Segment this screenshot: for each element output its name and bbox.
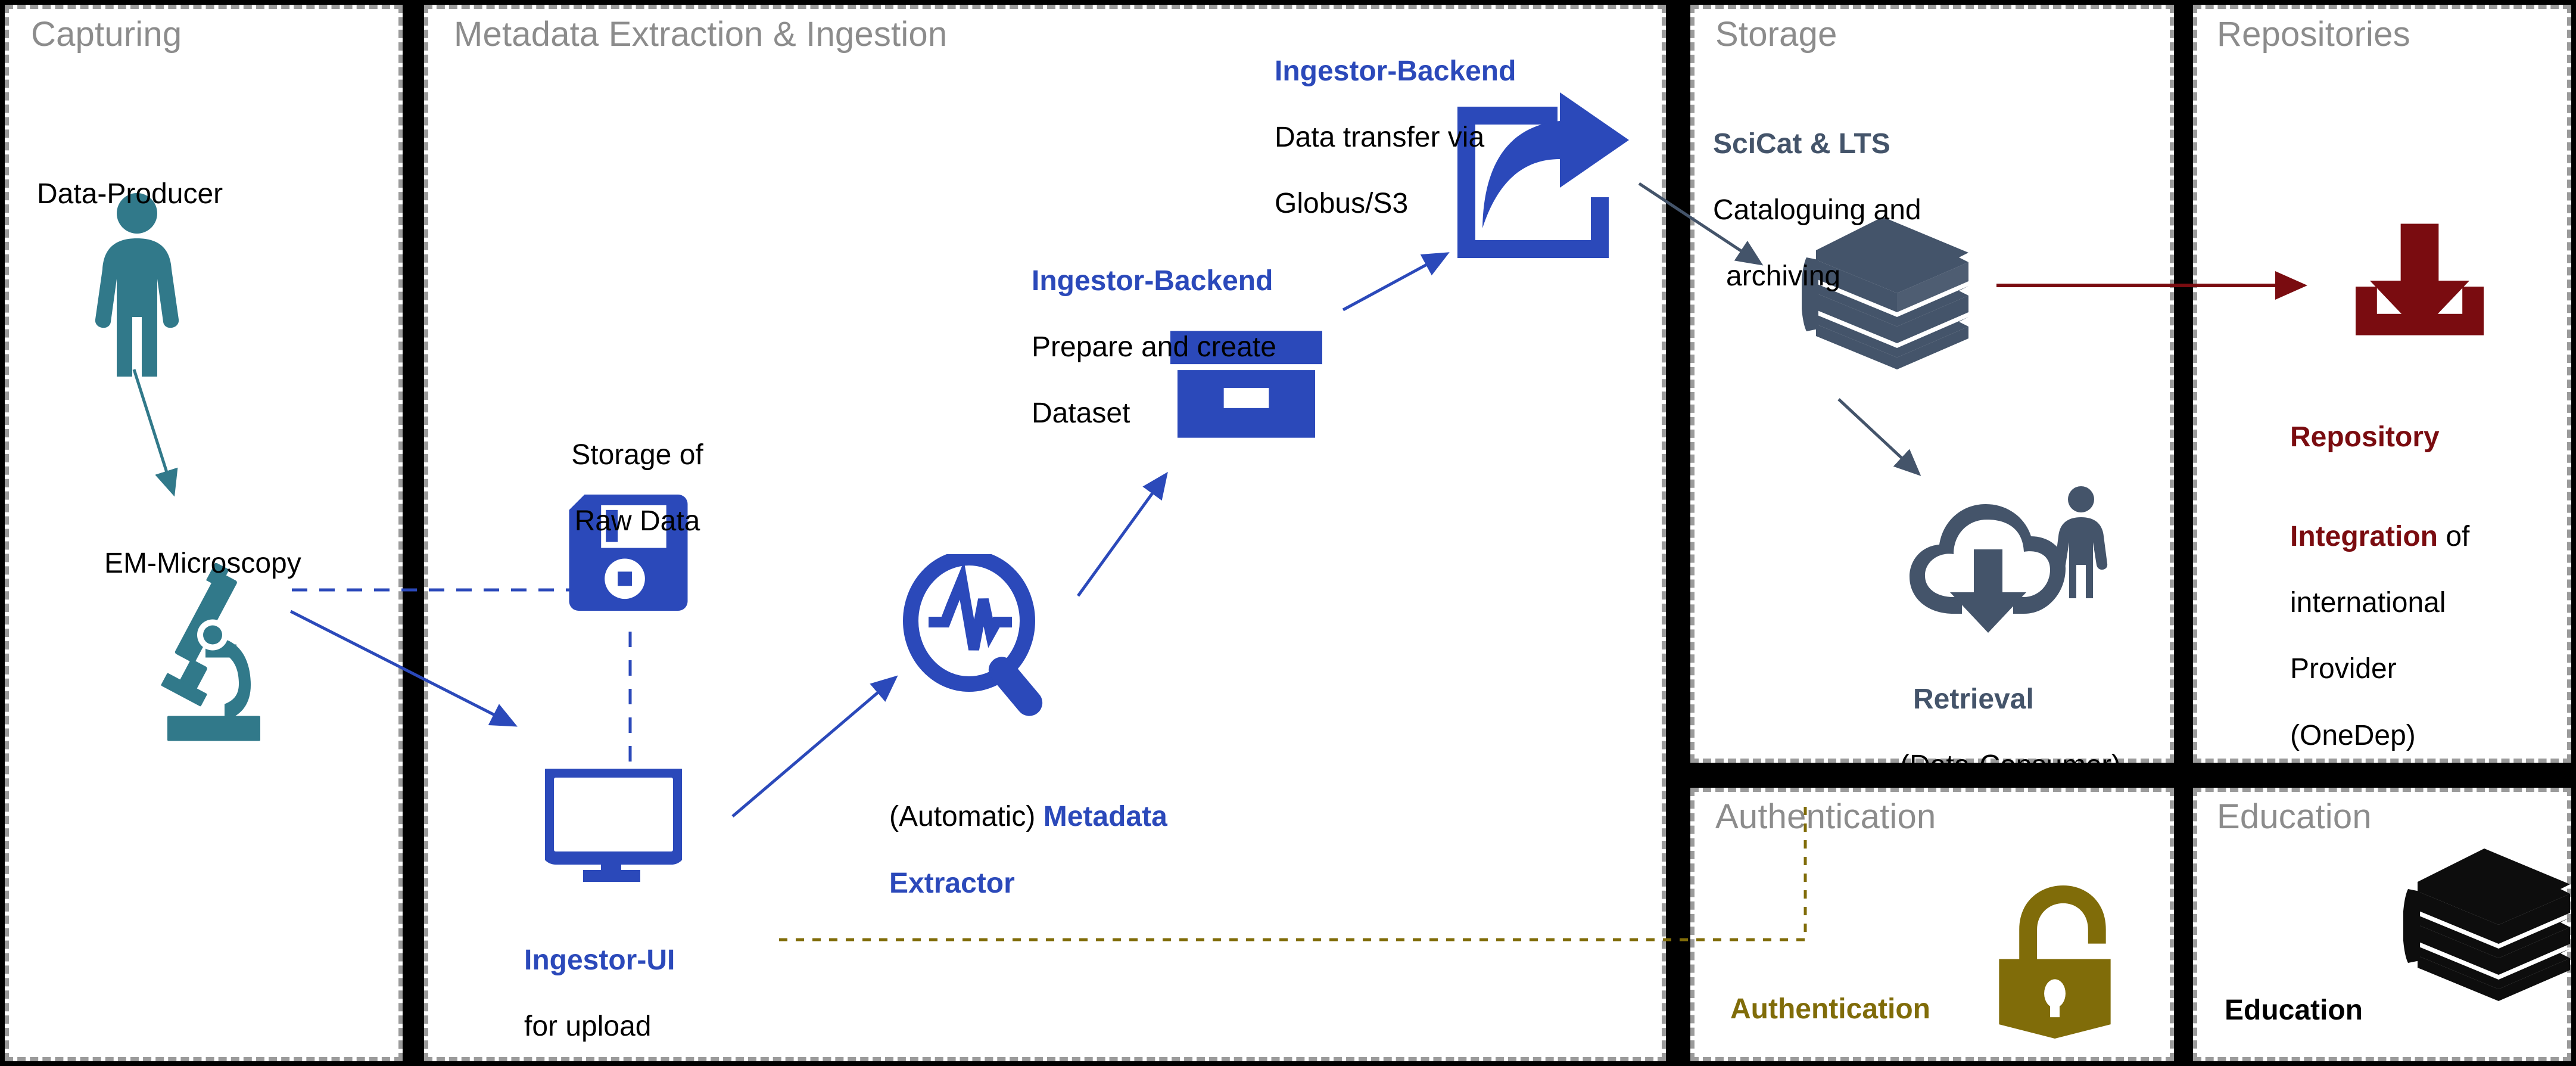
panel-title-storage: Storage xyxy=(1715,15,1837,54)
label-repository-integration-bold2: Integration xyxy=(2290,520,2438,552)
label-storage-raw-data: Storage of Raw Data xyxy=(548,405,727,571)
label-authentication-bold: Authentication xyxy=(1730,993,1930,1025)
label-ingestor-backend-prepare-line2: Dataset xyxy=(1032,397,1130,430)
label-metadata-extractor-bold2: Extractor xyxy=(889,867,1015,899)
label-ingestor-backend-transfer-line1: Data transfer via xyxy=(1275,122,1485,154)
label-repository-integration-line3: Provider xyxy=(2290,653,2397,685)
label-ingestor-backend-prepare-line1: Prepare and create xyxy=(1032,331,1276,363)
label-ingestor-ui-bold: Ingestor-UI xyxy=(524,944,675,976)
label-repository-integration: Repository Integration of international … xyxy=(2290,387,2546,785)
person-icon xyxy=(77,191,197,381)
diagram-canvas: Capturing Metadata Extraction & Ingestio… xyxy=(0,0,2576,1066)
panel-title-capturing: Capturing xyxy=(31,15,182,54)
label-storage-raw-data-line2: Raw Data xyxy=(574,505,700,537)
label-data-producer-text: Data-Producer xyxy=(37,178,223,210)
cloud-download-icon xyxy=(1900,483,2108,638)
label-ingestor-backend-transfer-line2: Globus/S3 xyxy=(1275,188,1409,220)
label-storage-raw-data-line1: Storage of xyxy=(571,439,703,471)
label-education-bold: Education xyxy=(2225,994,2363,1026)
label-ingestor-backend-transfer: Ingestor-Backend Data transfer via Globu… xyxy=(1275,21,1584,254)
label-repository-integration-bold1: Repository xyxy=(2290,421,2440,453)
magnifier-pulse-icon xyxy=(902,550,1063,727)
label-retrieval: Retrieval (Data-Consumer) xyxy=(1900,649,2174,815)
download-tray-icon xyxy=(2356,223,2484,337)
label-metadata-extractor: (Automatic) Metadata Extractor xyxy=(889,734,1282,933)
label-ingestor-ui: Ingestor-UI for upload selection xyxy=(524,910,721,1066)
monitor-icon xyxy=(541,764,686,882)
label-scicat-lts: SciCat & LTS Cataloguing and archiving xyxy=(1713,94,2023,327)
label-scicat-lts-line1: Cataloguing and xyxy=(1713,194,1921,226)
label-authentication: Authentication eduGAIN xyxy=(1730,959,2040,1066)
label-data-producer: Data-Producer xyxy=(37,144,239,210)
label-repository-integration-suffix: of xyxy=(2438,520,2470,552)
label-scicat-lts-bold: SciCat & LTS xyxy=(1713,128,1890,160)
label-ingestor-backend-transfer-bold: Ingestor-Backend xyxy=(1275,55,1516,87)
label-authentication-line1: eduGAIN xyxy=(1730,1059,2040,1066)
label-em-microscopy-text: EM-Microscopy xyxy=(104,547,301,579)
label-education: Education Documentation xyxy=(2225,961,2534,1066)
label-em-microscopy: EM-Microscopy xyxy=(104,514,354,580)
label-ingestor-backend-prepare-bold: Ingestor-Backend xyxy=(1032,265,1273,297)
panel-title-repositories: Repositories xyxy=(2217,15,2410,54)
label-ingestor-ui-line1: for upload xyxy=(524,1011,652,1043)
label-ingestor-backend-prepare: Ingestor-Backend Prepare and create Data… xyxy=(1032,231,1341,464)
label-retrieval-line1: (Data-Consumer) xyxy=(1900,750,2121,782)
label-repository-integration-line4: (OneDep) xyxy=(2290,719,2416,751)
panel-title-metadata: Metadata Extraction & Ingestion xyxy=(454,15,948,54)
label-metadata-extractor-prefix: (Automatic) xyxy=(889,801,1044,833)
label-metadata-extractor-bold1: Metadata xyxy=(1043,801,1167,833)
microscope-icon xyxy=(146,562,277,745)
label-retrieval-bold: Retrieval xyxy=(1913,683,2034,715)
label-education-line1: Documentation xyxy=(2225,1060,2534,1066)
panel-title-education: Education xyxy=(2217,797,2372,836)
label-scicat-lts-line2: archiving xyxy=(1726,260,1841,293)
label-repository-integration-line2: international xyxy=(2290,587,2446,619)
